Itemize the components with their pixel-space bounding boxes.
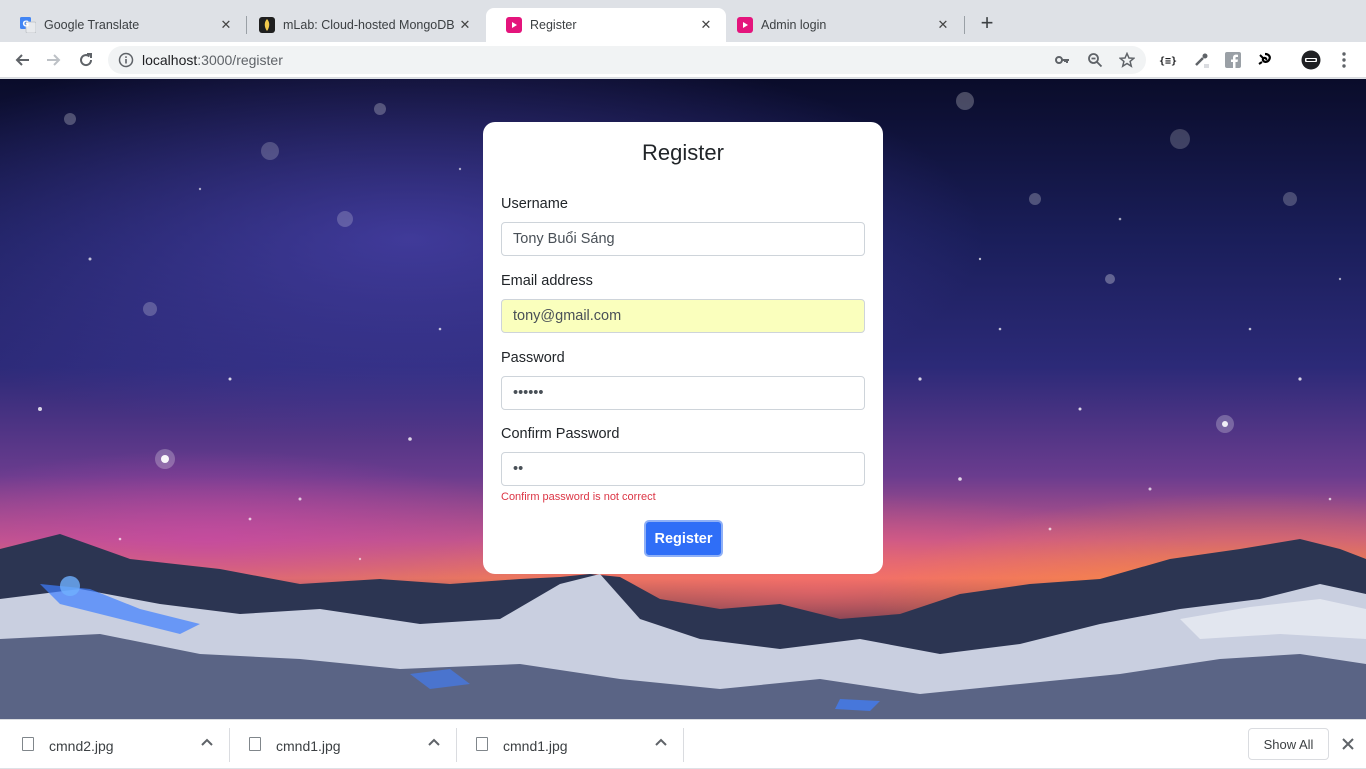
tab-title: mLab: Cloud-hosted MongoDB — [283, 18, 455, 32]
download-filename: cmnd1.jpg — [276, 738, 341, 754]
tab-separator — [964, 16, 965, 34]
page-viewport: Register Username Tony Buổi Sáng Email a… — [0, 79, 1366, 719]
email-label: Email address — [501, 273, 593, 289]
tab-register[interactable]: Register ✕ — [486, 8, 726, 42]
confirm-password-error: Confirm password is not correct — [501, 491, 656, 503]
chevron-up-icon[interactable] — [199, 735, 215, 751]
reload-icon[interactable] — [76, 50, 96, 70]
close-icon[interactable]: ✕ — [218, 17, 234, 33]
menu-kebab-icon[interactable] — [1334, 50, 1354, 70]
chevron-up-icon[interactable] — [426, 735, 442, 751]
image-file-icon — [22, 737, 34, 751]
tab-mlab[interactable]: mLab: Cloud-hosted MongoDB ✕ — [239, 8, 485, 42]
register-card: Register Username Tony Buổi Sáng Email a… — [483, 122, 883, 574]
chevron-up-icon[interactable] — [653, 735, 669, 751]
facebook-extension-icon[interactable] — [1223, 50, 1243, 70]
show-all-button[interactable]: Show All — [1248, 728, 1329, 760]
password-label: Password — [501, 350, 565, 366]
forward-arrow-icon[interactable] — [44, 50, 64, 70]
close-icon[interactable]: ✕ — [457, 17, 473, 33]
download-filename: cmnd2.jpg — [49, 738, 114, 754]
download-item[interactable]: cmnd2.jpg — [0, 720, 227, 769]
tab-strip: G Google Translate ✕ mLab: Cloud-hosted … — [0, 0, 1366, 42]
tab-title: Admin login — [761, 18, 827, 32]
confirm-password-input[interactable]: •• — [501, 452, 865, 486]
zoom-icon[interactable] — [1085, 50, 1105, 70]
youtube-like-icon — [737, 17, 753, 33]
download-item[interactable]: cmnd1.jpg — [227, 720, 454, 769]
svg-text:G: G — [23, 20, 30, 29]
back-arrow-icon[interactable] — [12, 50, 32, 70]
swirl-extension-icon[interactable] — [1255, 50, 1275, 70]
url-text: localhost:3000/register — [142, 52, 283, 68]
close-icon[interactable]: ✕ — [935, 17, 951, 33]
youtube-like-icon — [506, 17, 522, 33]
close-icon[interactable] — [1340, 736, 1356, 752]
email-input[interactable]: tony@gmail.com — [501, 299, 865, 333]
tab-title: Google Translate — [44, 18, 140, 32]
profile-avatar-icon[interactable] — [1301, 50, 1321, 70]
tab-admin-login[interactable]: Admin login ✕ — [717, 8, 963, 42]
tab-google-translate[interactable]: G Google Translate ✕ — [0, 8, 246, 42]
download-filename: cmnd1.jpg — [503, 738, 568, 754]
tab-title: Register — [530, 18, 577, 32]
browser-toolbar: localhost:3000/register {≡} — [0, 42, 1366, 78]
download-item[interactable]: cmnd1.jpg — [454, 720, 681, 769]
address-bar[interactable]: localhost:3000/register — [108, 46, 1146, 74]
image-file-icon — [249, 737, 261, 751]
mlab-icon — [259, 17, 275, 33]
close-icon[interactable]: ✕ — [698, 17, 714, 33]
register-button[interactable]: Register — [644, 520, 723, 557]
image-file-icon — [476, 737, 488, 751]
eyedropper-extension-icon[interactable] — [1191, 50, 1211, 70]
google-translate-icon: G — [20, 17, 36, 33]
key-icon[interactable] — [1052, 50, 1072, 70]
json-viewer-extension-icon[interactable]: {≡} — [1158, 50, 1178, 70]
svg-text:{≡}: {≡} — [1159, 56, 1177, 66]
password-input[interactable]: •••••• — [501, 376, 865, 410]
form-title: Register — [642, 140, 724, 165]
bookmark-star-icon[interactable] — [1117, 50, 1137, 70]
confirm-password-label: Confirm Password — [501, 426, 620, 442]
download-bar: cmnd2.jpg cmnd1.jpg cmnd1.jpg Show All — [0, 719, 1366, 768]
info-icon[interactable] — [118, 52, 134, 68]
username-input[interactable]: Tony Buổi Sáng — [501, 222, 865, 256]
download-separator — [683, 728, 684, 762]
username-label: Username — [501, 196, 568, 212]
new-tab-button[interactable]: + — [976, 12, 998, 35]
